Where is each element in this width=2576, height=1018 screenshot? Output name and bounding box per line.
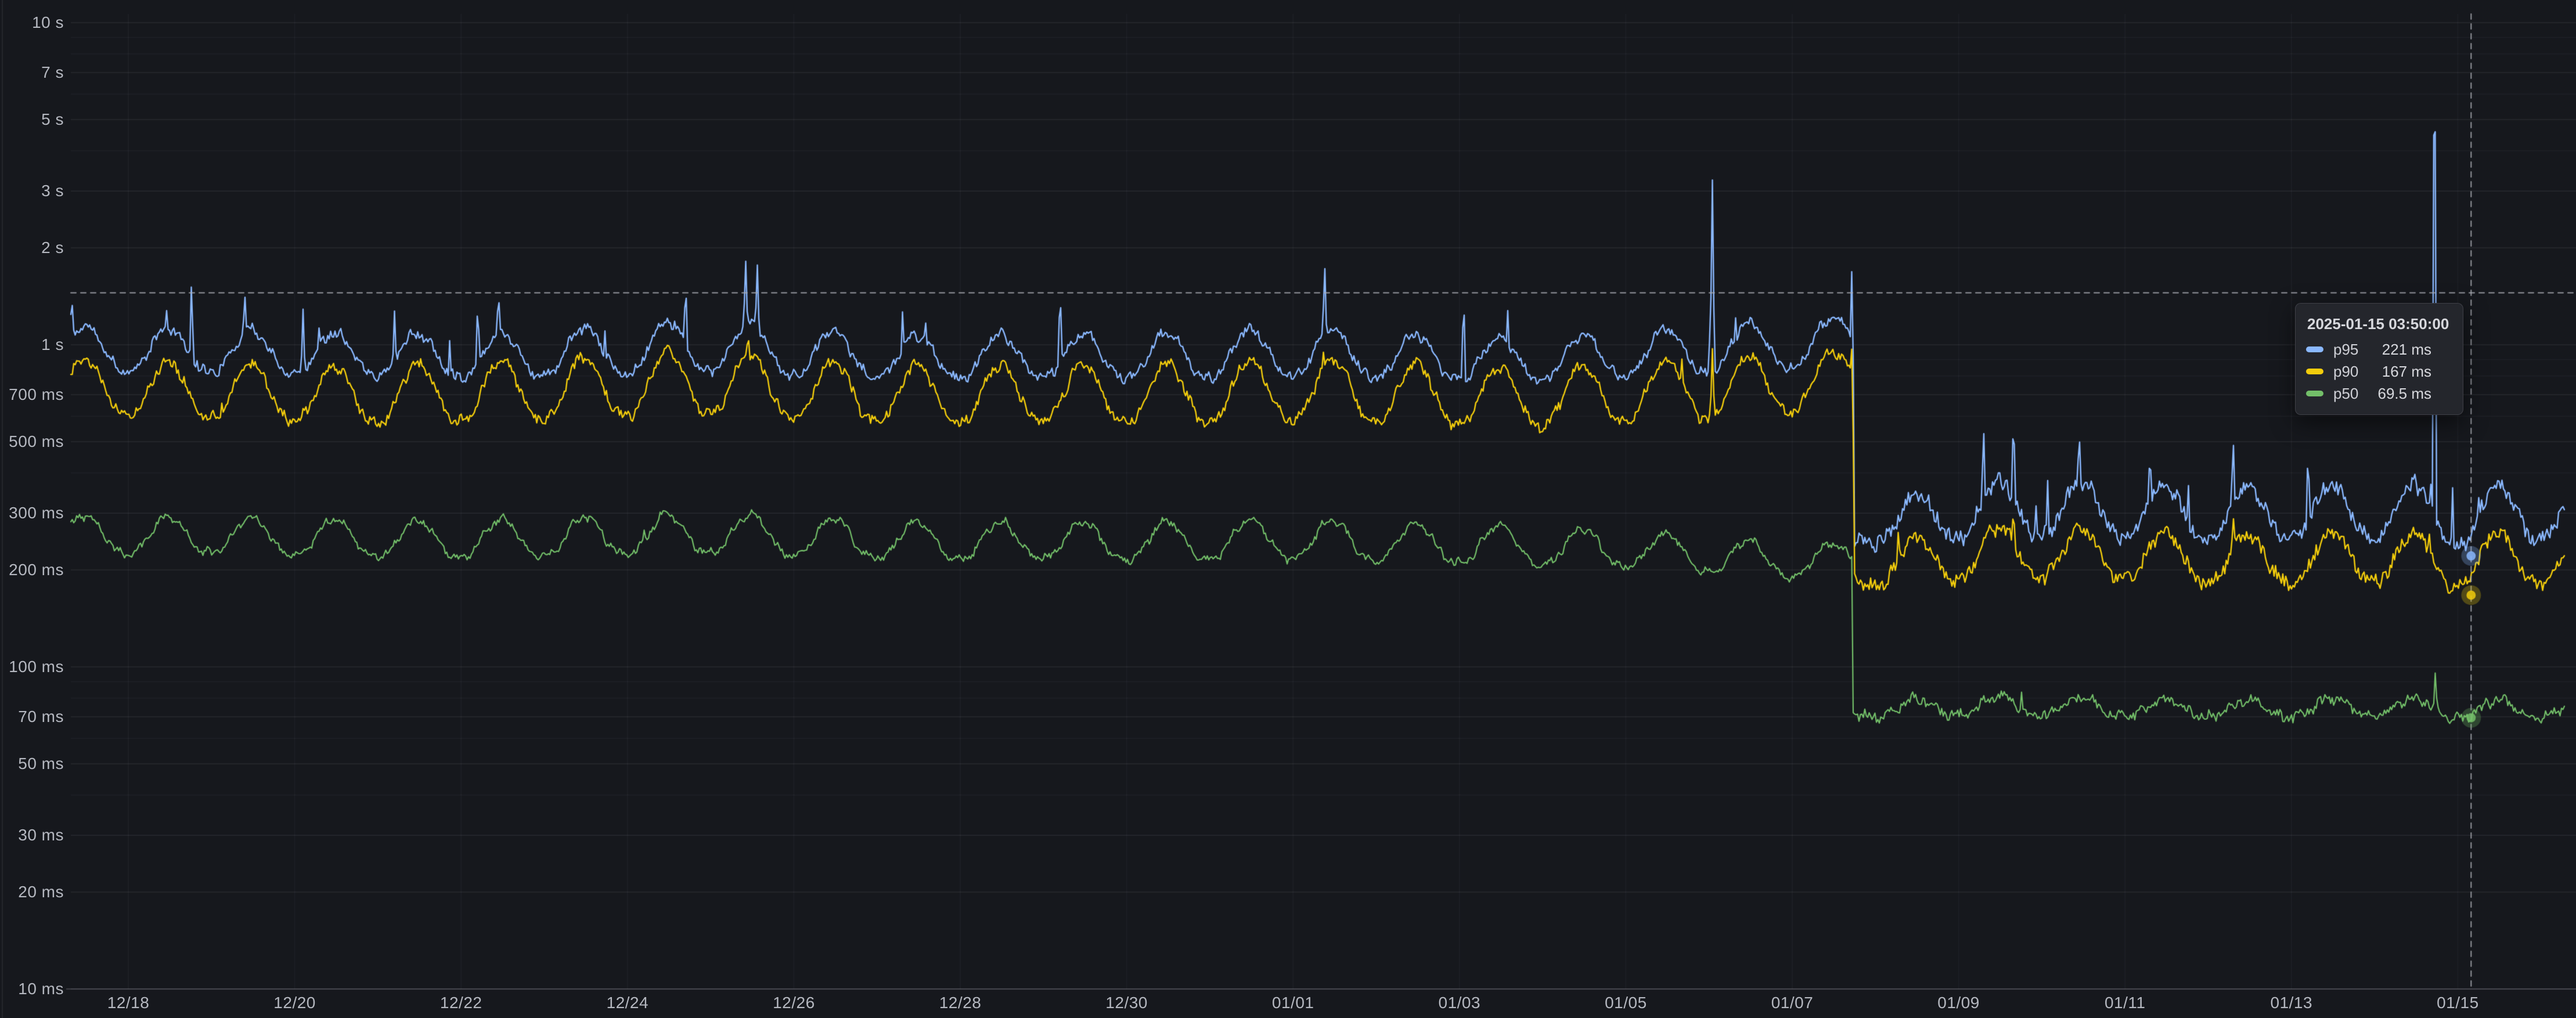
- x-tick-label: 01/09: [1937, 994, 1980, 1012]
- y-tick-label: 1 s: [41, 335, 64, 354]
- y-tick-label: 7 s: [41, 63, 64, 82]
- y-tick-label: 300 ms: [9, 504, 64, 522]
- x-tick-label: 12/30: [1105, 994, 1148, 1012]
- x-tick-label: 01/03: [1439, 994, 1481, 1012]
- y-axis-labels: 10 s 7 s 5 s 3 s 2 s 1 s 700 ms 500 ms 300 ms 200…: [0, 0, 64, 1018]
- x-tick-label: 01/07: [1771, 994, 1814, 1012]
- x-tick-label: 12/28: [939, 994, 982, 1012]
- tooltip-series-label: p95: [2333, 341, 2358, 359]
- tooltip-row: p95 221 ms: [2306, 340, 2449, 359]
- tooltip-series-label: p90: [2333, 363, 2358, 381]
- tooltip-rows: p95 221 ms p90 167 ms p50 69.5 ms: [2306, 340, 2449, 403]
- y-tick-label: 20 ms: [18, 883, 64, 901]
- y-tick-label: 30 ms: [18, 826, 64, 844]
- x-tick-label: 12/20: [273, 994, 316, 1012]
- y-tick-label: 2 s: [41, 239, 64, 257]
- y-tick-label: 10 s: [32, 13, 64, 32]
- tooltip-series-value: 69.5 ms: [2378, 385, 2449, 403]
- x-tick-label: 12/26: [773, 994, 815, 1012]
- x-tick-label: 12/18: [107, 994, 150, 1012]
- y-tick-label: 10 ms: [18, 980, 64, 998]
- latency-timeseries-panel: 10 s 7 s 5 s 3 s 2 s 1 s 700 ms 500 ms 300 ms 200…: [0, 0, 2576, 1018]
- tooltip-series-color-pill: [2306, 346, 2323, 352]
- x-tick-label: 01/01: [1272, 994, 1314, 1012]
- y-tick-label: 50 ms: [18, 755, 64, 773]
- tooltip-series-label: p50: [2333, 385, 2358, 403]
- y-tick-label: 3 s: [41, 182, 64, 200]
- y-tick-label: 200 ms: [9, 561, 64, 579]
- latency-chart-canvas[interactable]: [0, 0, 2576, 1018]
- y-tick-label: 100 ms: [9, 658, 64, 676]
- x-tick-label: 01/13: [2271, 994, 2313, 1012]
- y-tick-label: 5 s: [41, 110, 64, 129]
- x-tick-label: 01/15: [2437, 994, 2479, 1012]
- tooltip-timestamp: 2025-01-15 03:50:00: [2306, 315, 2449, 333]
- x-tick-label: 01/11: [2105, 994, 2146, 1012]
- x-tick-label: 12/22: [440, 994, 482, 1012]
- y-tick-label: 500 ms: [9, 432, 64, 451]
- y-tick-label: 70 ms: [18, 707, 64, 726]
- tooltip-series-value: 167 ms: [2382, 363, 2449, 381]
- chart-tooltip: 2025-01-15 03:50:00 p95 221 ms p90 167 ms p5…: [2295, 303, 2463, 415]
- tooltip-series-color-pill: [2306, 391, 2323, 396]
- tooltip-row: p90 167 ms: [2306, 362, 2449, 381]
- tooltip-row: p50 69.5 ms: [2306, 384, 2449, 403]
- tooltip-series-color-pill: [2306, 369, 2323, 374]
- tooltip-series-value: 221 ms: [2382, 341, 2449, 359]
- x-tick-label: 12/24: [607, 994, 649, 1012]
- y-tick-label: 700 ms: [9, 385, 64, 404]
- x-tick-label: 01/05: [1605, 994, 1647, 1012]
